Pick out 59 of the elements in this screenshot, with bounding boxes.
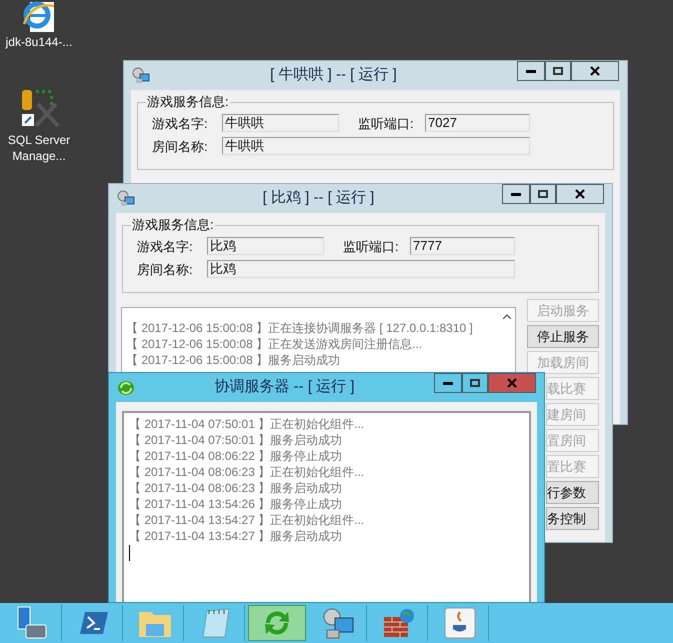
maximize-button[interactable] bbox=[530, 184, 556, 204]
field-label: 房间名称: bbox=[152, 139, 208, 155]
window-title: [ 牛哄哄 ] -- [ 运行 ] bbox=[270, 65, 397, 86]
coffee-cup-icon bbox=[444, 607, 476, 639]
text-field[interactable]: 7027 bbox=[425, 114, 530, 132]
minimize-icon bbox=[443, 382, 453, 384]
sync-icon bbox=[117, 380, 135, 396]
text-field[interactable]: 比鸡 bbox=[207, 237, 324, 255]
log-line: 【 2017-11-04 13:54:26 】服务停止成功 bbox=[129, 496, 344, 512]
network-icon bbox=[320, 606, 354, 640]
network-icon bbox=[117, 190, 135, 208]
close-button[interactable] bbox=[571, 61, 619, 81]
log-line: 【 2017-11-04 13:54:27 】正在初始化组件... bbox=[129, 512, 366, 528]
log-line: 【 2017-12-06 15:00:08 】服务启动成功 bbox=[126, 352, 342, 368]
field-label: 游戏名字: bbox=[152, 116, 208, 132]
text-field[interactable]: 比鸡 bbox=[207, 260, 515, 278]
maximize-icon bbox=[470, 379, 480, 387]
minimize-button[interactable] bbox=[434, 373, 462, 393]
log-line: 【 2017-12-06 15:00:08 】正在发送游戏房间注册信息... bbox=[126, 336, 424, 352]
field-label: 监听端口: bbox=[358, 116, 414, 132]
close-icon bbox=[590, 66, 600, 76]
log-line: 【 2017-11-04 13:54:27 】服务启动成功 bbox=[129, 528, 344, 544]
close-icon bbox=[507, 378, 517, 388]
window-title: [ 比鸡 ] -- [ 运行 ] bbox=[262, 188, 374, 208]
log-line: 【 2017-12-06 15:00:08 】正在连接协调服务器 [ 127.0.0.1:8310 ] bbox=[126, 320, 474, 336]
text-field[interactable]: 7777 bbox=[410, 237, 515, 255]
brick-wall-icon bbox=[382, 607, 416, 639]
terminal-icon bbox=[78, 610, 108, 636]
field-label: 监听端口: bbox=[343, 239, 399, 255]
field-label: 游戏名字: bbox=[137, 239, 193, 255]
log-line: 【 2017-11-04 08:06:23 】正在初始化组件... bbox=[129, 464, 366, 480]
log-line: 【 2017-11-04 08:06:23 】服务启动成功 bbox=[129, 480, 344, 496]
window-title: 协调服务器 -- [ 运行 ] bbox=[214, 377, 354, 398]
action-button[interactable]: 行参数 bbox=[546, 481, 599, 504]
close-button[interactable] bbox=[556, 184, 604, 204]
log-line: 【 2017-11-04 07:50:01 】正在初始化组件... bbox=[129, 416, 366, 432]
icon-label[interactable]: SQL Server Manage... bbox=[0, 132, 78, 164]
action-button[interactable]: 停止服务 bbox=[527, 325, 599, 348]
text-cursor bbox=[129, 545, 130, 561]
field-label: 房间名称: bbox=[137, 262, 193, 278]
minimize-icon bbox=[526, 70, 536, 72]
group-title: 游戏服务信息: bbox=[146, 94, 230, 110]
minimize-button[interactable] bbox=[502, 184, 530, 204]
maximize-icon bbox=[553, 67, 563, 75]
action-button[interactable]: 务控制 bbox=[546, 507, 599, 530]
minimize-button[interactable] bbox=[517, 61, 545, 81]
minimize-icon bbox=[511, 192, 521, 196]
maximize-icon bbox=[538, 190, 548, 198]
maximize-button[interactable] bbox=[545, 61, 571, 81]
icon-label[interactable]: jdk-8u144-... bbox=[6, 34, 72, 50]
close-icon bbox=[575, 189, 585, 199]
text-field[interactable]: 牛哄哄 bbox=[222, 137, 530, 155]
log-line: 【 2017-11-04 07:50:01 】服务启动成功 bbox=[129, 432, 344, 448]
network-icon bbox=[132, 66, 150, 84]
group-title: 游戏服务信息: bbox=[131, 217, 215, 233]
browser-icon[interactable] bbox=[22, 0, 56, 34]
log-line: 【 2017-11-04 08:06:22 】服务停止成功 bbox=[129, 448, 344, 464]
text-field[interactable]: 牛哄哄 bbox=[222, 114, 339, 132]
notepad-icon bbox=[200, 607, 230, 639]
